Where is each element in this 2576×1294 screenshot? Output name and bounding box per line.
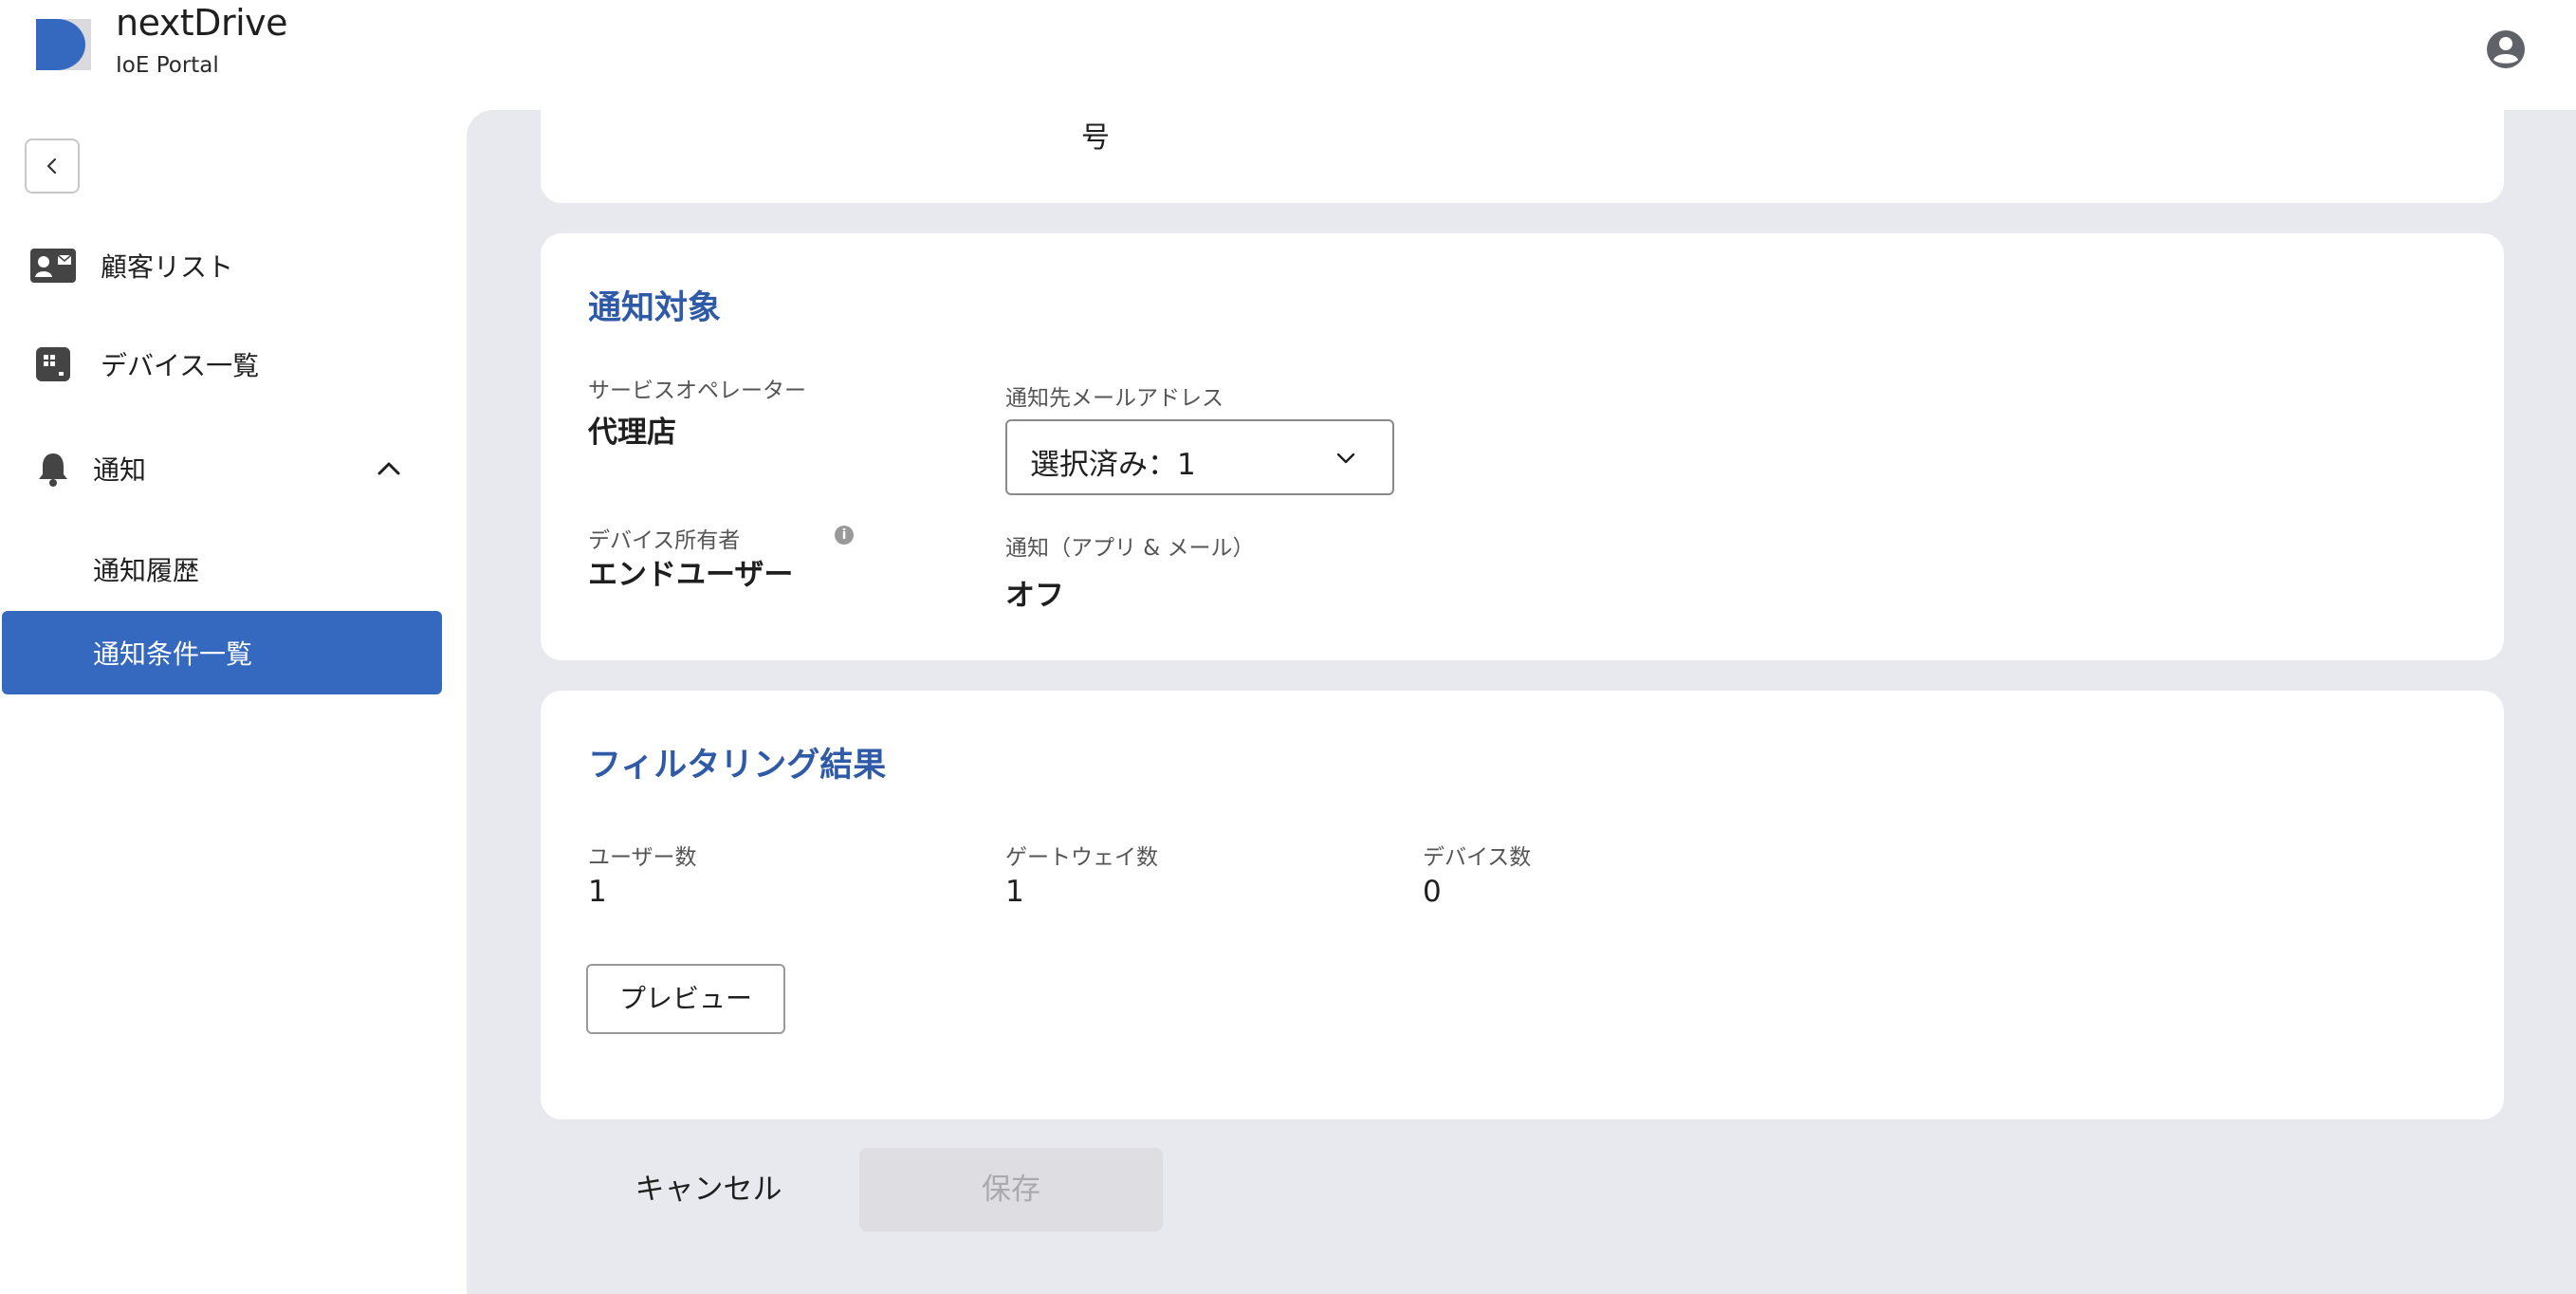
- app-mail-notification-value: オフ: [1005, 579, 1064, 613]
- user-count-label: ユーザー数: [588, 845, 697, 870]
- gateway-count-value: 1: [1005, 875, 1024, 909]
- save-button[interactable]: 保存: [859, 1148, 1163, 1231]
- main-content: 号 通知対象 サービスオペレーター 代理店 通知先メールアドレス 選択済み：1 …: [467, 91, 2576, 1294]
- sidebar-item-label: 通知条件一覧: [93, 638, 253, 670]
- nextdrive-logo-icon: [36, 19, 91, 70]
- chevron-up-icon[interactable]: [370, 450, 408, 488]
- sidebar-item-notification[interactable]: 通知: [0, 431, 442, 507]
- cancel-button[interactable]: キャンセル: [609, 1148, 808, 1231]
- account-circle-icon[interactable]: [2485, 28, 2527, 70]
- device-count-label: デバイス数: [1423, 845, 1532, 870]
- sidebar: 顧客リスト デバイス一覧 通知 通知履歴 通知条件一覧: [0, 110, 467, 1294]
- chevron-left-icon: [46, 157, 57, 175]
- sidebar-item-label: 通知履歴: [93, 555, 200, 586]
- bell-icon: [30, 446, 76, 491]
- sidebar-subitem-notification-history[interactable]: 通知履歴: [2, 527, 442, 611]
- sidebar-item-label: デバイス一覧: [101, 350, 260, 381]
- select-value: 選択済み：1: [1030, 448, 1196, 482]
- sidebar-item-customer-list[interactable]: 顧客リスト: [0, 228, 442, 304]
- sidebar-subitem-notification-conditions[interactable]: 通知条件一覧: [2, 611, 442, 694]
- sidebar-item-label: 通知: [93, 454, 147, 486]
- sidebar-item-device-list[interactable]: デバイス一覧: [0, 326, 442, 402]
- device-icon: [30, 342, 76, 387]
- info-icon[interactable]: i: [835, 526, 854, 545]
- contact-card-icon: [30, 243, 76, 288]
- email-address-select[interactable]: 選択済み：1: [1005, 419, 1394, 495]
- sidebar-collapse-button[interactable]: [25, 139, 80, 194]
- device-owner-label: デバイス所有者: [588, 528, 741, 553]
- device-owner-value: エンドユーザー: [588, 558, 794, 592]
- app-mail-notification-label: 通知（アプリ & メール）: [1005, 536, 1255, 561]
- section-title: 通知対象: [588, 289, 722, 327]
- filtering-result-card: フィルタリング結果 ユーザー数 1 ゲートウェイ数 1 デバイス数 0 プレビュ…: [541, 691, 2504, 1119]
- brand-subtitle: IoE Portal: [116, 53, 219, 78]
- service-operator-value: 代理店: [588, 416, 676, 450]
- sidebar-item-label: 顧客リスト: [101, 251, 234, 283]
- truncated-text: 号: [1081, 121, 1110, 152]
- section-title: フィルタリング結果: [588, 747, 887, 785]
- gateway-count-label: ゲートウェイ数: [1005, 845, 1158, 870]
- user-count-value: 1: [588, 875, 607, 909]
- notification-target-card: 通知対象 サービスオペレーター 代理店 通知先メールアドレス 選択済み：1 デバ…: [541, 233, 2504, 660]
- chevron-down-icon: [1336, 453, 1355, 464]
- brand-name: nextDrive: [116, 2, 288, 44]
- preview-button[interactable]: プレビュー: [586, 964, 785, 1034]
- service-operator-label: サービスオペレーター: [588, 379, 806, 403]
- previous-section-card: 号: [541, 91, 2504, 203]
- email-address-label: 通知先メールアドレス: [1005, 386, 1224, 411]
- device-count-value: 0: [1423, 875, 1442, 909]
